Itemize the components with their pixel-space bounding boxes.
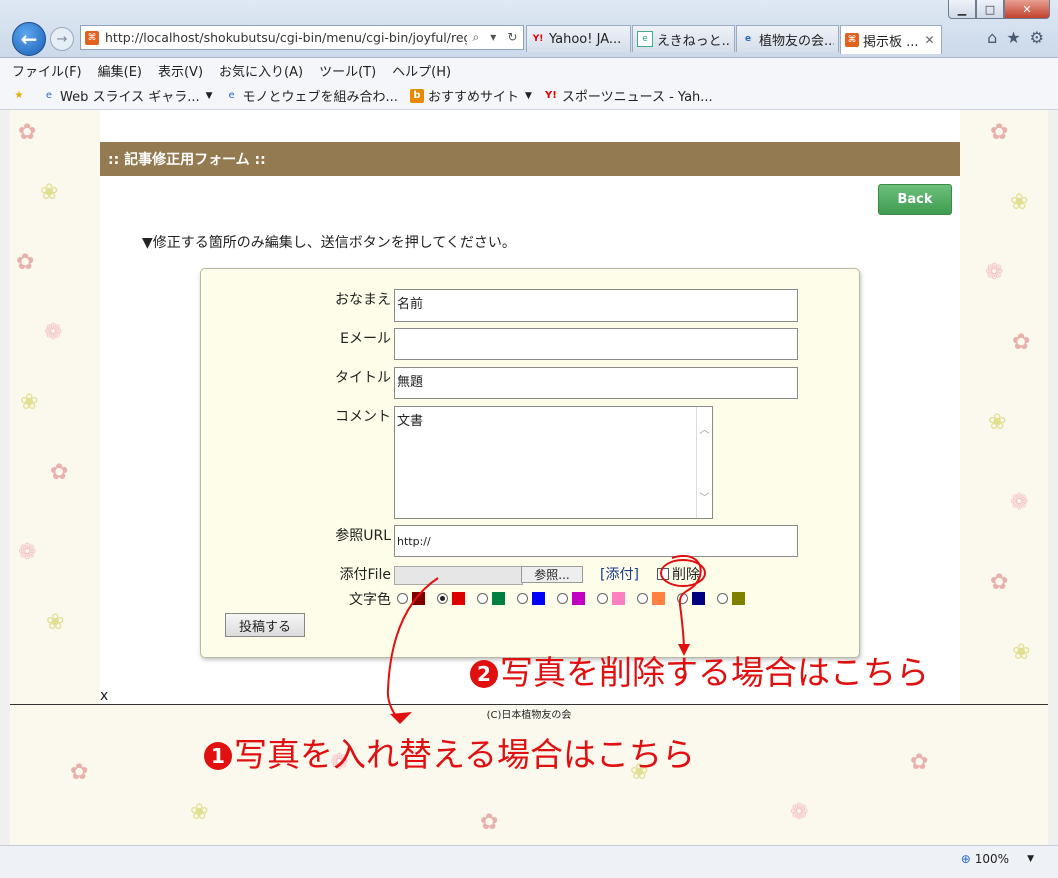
chevron-down-icon[interactable]: ▼	[1027, 854, 1034, 864]
annotation-text: 写真を入れ替える場合はこちら	[234, 735, 696, 774]
annotation-number: 2	[470, 660, 498, 688]
replace-arrowhead	[390, 712, 412, 724]
delete-highlight-circle	[660, 559, 706, 587]
annotation-number: 1	[204, 742, 232, 770]
zoom-icon: ⊕	[960, 852, 971, 866]
zoom-control[interactable]: ⊕ 100% ▼	[961, 852, 1034, 866]
annotation-delete: 2 写真を削除する場合はこちら	[470, 646, 929, 694]
delete-arrow-line	[671, 555, 702, 653]
annotation-text: 写真を削除する場合はこちら	[500, 653, 929, 692]
annotation-replace: 1 写真を入れ替える場合はこちら	[204, 728, 695, 776]
replace-arrow-line	[386, 577, 439, 719]
status-bar: ⊕ 100% ▼	[0, 845, 1058, 878]
zoom-level: 100%	[974, 852, 1010, 866]
